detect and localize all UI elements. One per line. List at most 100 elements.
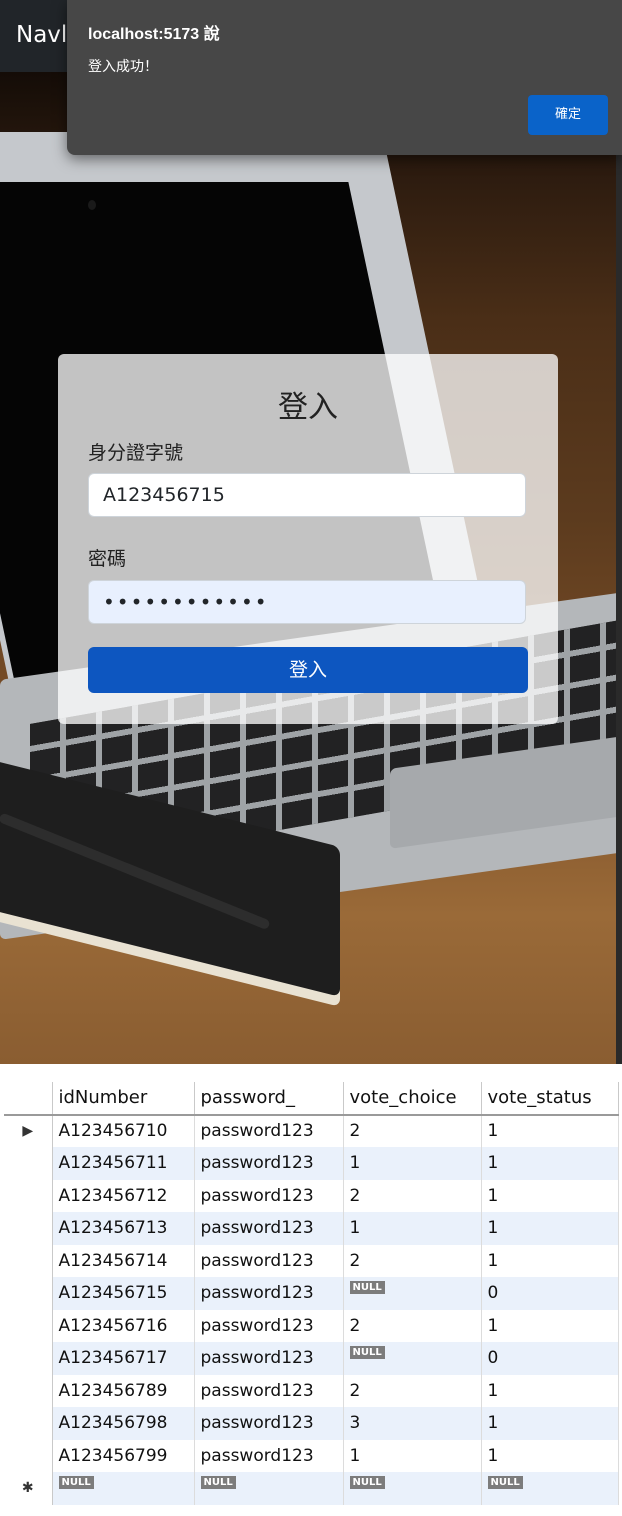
table-cell[interactable]: A123456711 — [52, 1147, 195, 1180]
table-cell[interactable]: password123 — [194, 1342, 344, 1375]
table-row[interactable]: A123456711 password123 1 1 — [4, 1147, 619, 1180]
table-cell[interactable]: password123 — [194, 1114, 344, 1147]
null-badge: NULL — [487, 1476, 523, 1490]
null-badge: NULL — [349, 1346, 385, 1360]
table-cell[interactable]: password123 — [194, 1277, 344, 1310]
table-row[interactable]: A123456713 password123 1 1 — [4, 1212, 619, 1245]
table-row[interactable]: A123456712 password123 2 1 — [4, 1179, 619, 1212]
table-cell[interactable]: A123456789 — [52, 1374, 195, 1407]
alert-ok-button[interactable]: 確定 — [528, 95, 608, 135]
table-cell[interactable]: password123 — [194, 1374, 344, 1407]
table-cell[interactable]: 2 — [343, 1309, 482, 1342]
alert-message: 登入成功！ — [88, 59, 158, 75]
login-title: 登入 — [278, 390, 338, 425]
column-header-idnumber[interactable]: idNumber — [52, 1082, 195, 1116]
table-cell-null[interactable]: NULL — [343, 1472, 482, 1505]
table-cell-null[interactable]: NULL — [52, 1472, 195, 1505]
table-cell[interactable]: A123456717 — [52, 1342, 195, 1375]
table-cell[interactable]: password123 — [194, 1244, 344, 1277]
row-selector[interactable] — [4, 1212, 53, 1245]
table-cell-null[interactable]: NULL — [343, 1277, 482, 1310]
table-cell[interactable]: 1 — [343, 1212, 482, 1245]
table-row[interactable]: A123456799 password123 1 1 — [4, 1439, 619, 1472]
table-cell-null[interactable]: NULL — [343, 1342, 482, 1375]
row-selector[interactable] — [4, 1342, 53, 1375]
table-cell[interactable]: A123456714 — [52, 1244, 195, 1277]
table-cell[interactable]: 2 — [343, 1179, 482, 1212]
row-selector[interactable] — [4, 1179, 53, 1212]
table-row[interactable]: A123456715 password123 NULL 0 — [4, 1277, 619, 1310]
table-cell[interactable]: password123 — [194, 1309, 344, 1342]
login-card: 登入 身分證字號 A123456715 密碼 •••••••••••• 登入 — [58, 354, 558, 724]
table-cell[interactable]: 2 — [343, 1114, 482, 1147]
table-cell[interactable]: 1 — [481, 1407, 619, 1440]
column-header-vote-choice[interactable]: vote_choice — [343, 1082, 482, 1116]
table-cell[interactable]: 1 — [481, 1374, 619, 1407]
table-cell[interactable]: 1 — [481, 1244, 619, 1277]
table-cell[interactable]: 1 — [481, 1114, 619, 1147]
current-row-indicator-icon[interactable]: ▶ — [4, 1114, 53, 1147]
row-selector[interactable] — [4, 1277, 53, 1310]
table-cell[interactable]: 1 — [343, 1147, 482, 1180]
table-cell[interactable]: 2 — [343, 1374, 482, 1407]
table-cell[interactable]: 2 — [343, 1244, 482, 1277]
table-cell[interactable]: 1 — [481, 1179, 619, 1212]
password-label: 密碼 — [88, 548, 127, 570]
result-table: idNumber password_ vote_choice vote_stat… — [4, 1082, 619, 1505]
table-cell[interactable]: 0 — [481, 1277, 619, 1310]
table-cell[interactable]: A123456799 — [52, 1439, 195, 1472]
table-row[interactable]: A123456789 password123 2 1 — [4, 1374, 619, 1407]
table-row[interactable]: A123456717 password123 NULL 0 — [4, 1342, 619, 1375]
table-row[interactable]: A123456798 password123 3 1 — [4, 1407, 619, 1440]
table-row[interactable]: ▶ A123456710 password123 2 1 — [4, 1114, 619, 1147]
null-badge: NULL — [200, 1476, 236, 1490]
password-input[interactable]: •••••••••••• — [88, 580, 526, 624]
alert-dialog: localhost:5173 說 登入成功！ 確定 — [67, 0, 622, 155]
id-number-label: 身分證字號 — [88, 442, 184, 464]
column-header-vote-status[interactable]: vote_status — [481, 1082, 619, 1116]
table-cell[interactable]: password123 — [194, 1147, 344, 1180]
null-badge: NULL — [58, 1476, 94, 1490]
row-selector[interactable] — [4, 1309, 53, 1342]
table-cell[interactable]: password123 — [194, 1212, 344, 1245]
id-number-input[interactable]: A123456715 — [88, 473, 526, 517]
navbar-brand[interactable]: Navl — [16, 22, 67, 48]
table-cell[interactable]: password123 — [194, 1407, 344, 1440]
query-result-grid: idNumber password_ vote_choice vote_stat… — [0, 1066, 622, 1516]
table-cell[interactable]: A123456712 — [52, 1179, 195, 1212]
table-cell[interactable]: A123456716 — [52, 1309, 195, 1342]
table-row[interactable]: ✱ NULL NULL NULL NULL — [4, 1472, 619, 1505]
null-badge: NULL — [349, 1281, 385, 1295]
table-cell-null[interactable]: NULL — [481, 1472, 619, 1505]
table-cell[interactable]: 1 — [481, 1147, 619, 1180]
table-cell[interactable]: A123456798 — [52, 1407, 195, 1440]
table-cell[interactable]: password123 — [194, 1439, 344, 1472]
row-selector[interactable] — [4, 1439, 53, 1472]
table-cell-null[interactable]: NULL — [194, 1472, 344, 1505]
row-selector[interactable] — [4, 1244, 53, 1277]
table-cell[interactable]: 1 — [343, 1439, 482, 1472]
table-row[interactable]: A123456714 password123 2 1 — [4, 1244, 619, 1277]
table-cell[interactable]: 1 — [481, 1212, 619, 1245]
row-selector[interactable] — [4, 1407, 53, 1440]
table-cell[interactable]: A123456715 — [52, 1277, 195, 1310]
laptop-camera — [88, 200, 96, 210]
table-cell[interactable]: 0 — [481, 1342, 619, 1375]
table-cell[interactable]: 1 — [481, 1309, 619, 1342]
alert-title: localhost:5173 說 — [88, 26, 220, 43]
table-header-row: idNumber password_ vote_choice vote_stat… — [4, 1082, 619, 1116]
row-selector-header[interactable] — [4, 1082, 53, 1116]
row-selector[interactable] — [4, 1374, 53, 1407]
table-cell[interactable]: A123456713 — [52, 1212, 195, 1245]
null-badge: NULL — [349, 1476, 385, 1490]
login-submit-button[interactable]: 登入 — [88, 647, 528, 693]
new-row-indicator-icon[interactable]: ✱ — [4, 1472, 53, 1505]
column-header-password[interactable]: password_ — [194, 1082, 344, 1116]
table-cell[interactable]: A123456710 — [52, 1114, 195, 1147]
table-cell[interactable]: 3 — [343, 1407, 482, 1440]
table-cell[interactable]: password123 — [194, 1179, 344, 1212]
row-selector[interactable] — [4, 1147, 53, 1180]
table-row[interactable]: A123456716 password123 2 1 — [4, 1309, 619, 1342]
page-scrollbar[interactable] — [616, 0, 622, 1064]
table-cell[interactable]: 1 — [481, 1439, 619, 1472]
